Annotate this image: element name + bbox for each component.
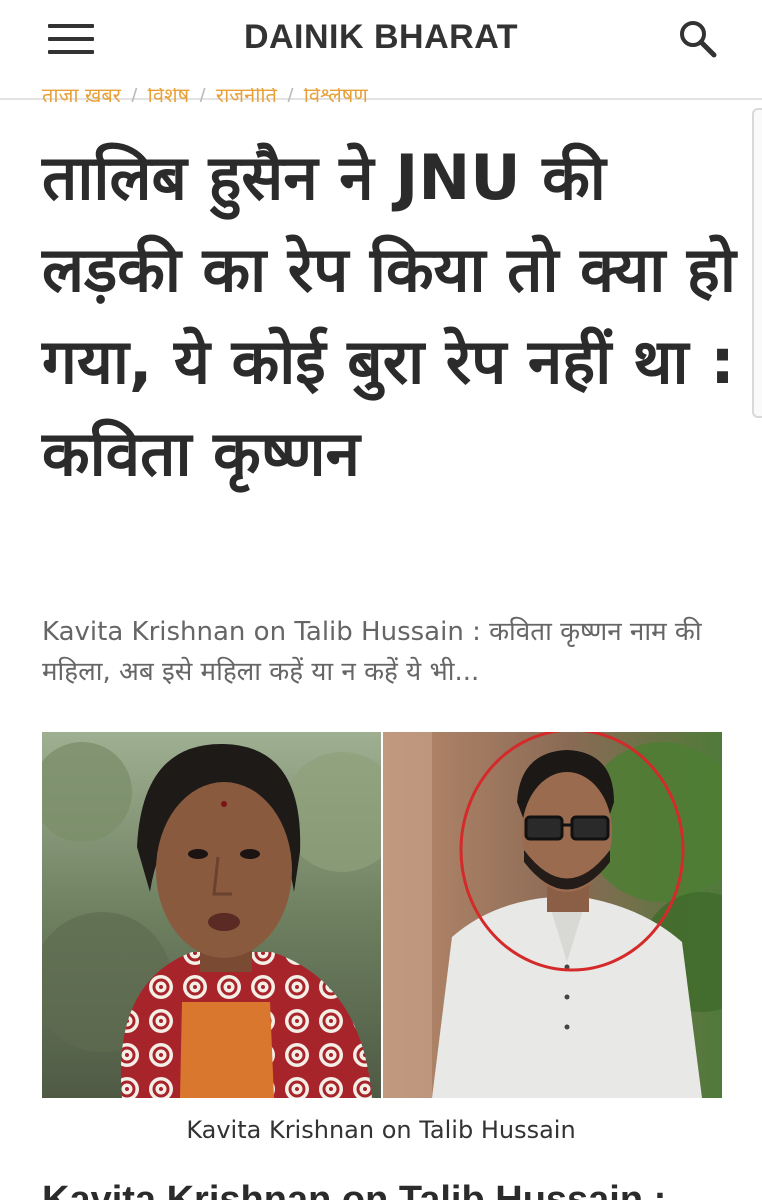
breadcrumb-separator: / xyxy=(286,88,294,102)
breadcrumb: ताज़ा ख़बर / विशेष / राजनीति / विश्लेषण xyxy=(42,88,368,102)
image-caption: Kavita Krishnan on Talib Hussain xyxy=(186,1116,576,1144)
site-logo-text[interactable]: DAINIK BHARAT xyxy=(0,18,762,57)
breadcrumb-item[interactable]: राजनीति xyxy=(216,88,277,102)
scrollbar-handle[interactable] xyxy=(752,108,762,418)
breadcrumb-item[interactable]: विशेष xyxy=(148,88,189,102)
breadcrumb-item[interactable]: विश्लेषण xyxy=(304,88,368,102)
breadcrumb-separator: / xyxy=(199,88,206,102)
section-heading: Kavita Krishnan on Talib Hussain : xyxy=(42,1179,667,1200)
article-photo xyxy=(42,732,722,1098)
breadcrumb-item[interactable]: ताज़ा ख़बर xyxy=(42,88,121,102)
article-excerpt: Kavita Krishnan on Talib Hussain : कविता… xyxy=(42,617,702,687)
article-headline: तालिब हुसैन ने JNU की लड़की का रेप किया … xyxy=(42,141,736,490)
top-navigation-bar: DAINIK BHARAT xyxy=(0,0,762,100)
breadcrumb-separator: / xyxy=(130,88,138,102)
search-icon[interactable] xyxy=(676,18,720,62)
